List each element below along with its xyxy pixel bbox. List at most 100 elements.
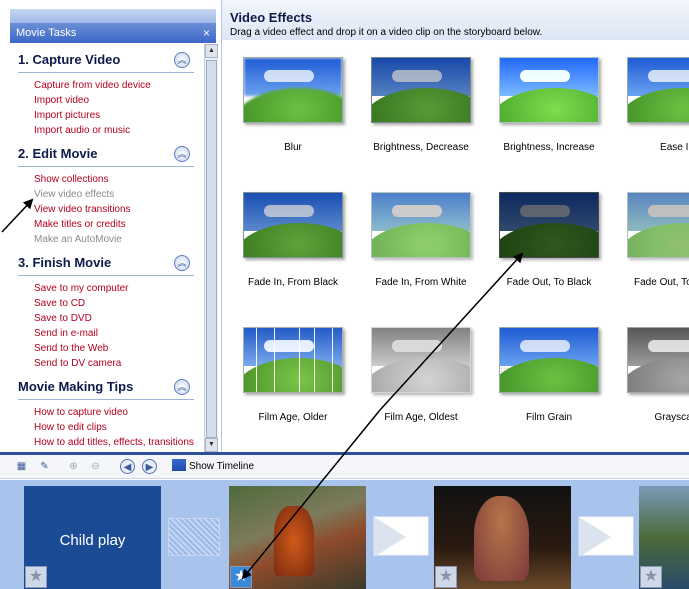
video-effect-item[interactable]: Film Grain <box>484 314 614 434</box>
collapse-chevron-icon[interactable]: ︽ <box>174 379 190 395</box>
task-link[interactable]: Capture from video device <box>34 78 204 93</box>
effect-star-icon: ★ <box>25 566 47 588</box>
task-link[interactable]: Import video <box>34 93 204 108</box>
task-section-header[interactable]: 1. Capture Video ︽ <box>18 49 194 73</box>
show-timeline-label: Show Timeline <box>189 461 255 472</box>
tasks-pane-header: Movie Tasks × <box>10 23 216 43</box>
transition-arrow-icon <box>579 517 611 557</box>
effect-label: Fade Out, To White <box>634 277 689 288</box>
video-effect-item[interactable]: Film Age, Oldest <box>356 314 486 434</box>
effect-label: Film Grain <box>525 412 573 423</box>
video-effect-item[interactable]: Brightness, Decrease <box>356 44 486 164</box>
play-icon[interactable]: ▶ <box>142 459 157 474</box>
effect-label: Ease In <box>660 142 689 153</box>
task-section-title: 2. Edit Movie <box>18 146 98 161</box>
effect-thumbnail <box>499 327 599 393</box>
page-description: Drag a video effect and drop it on a vid… <box>230 27 543 38</box>
video-effects-grid: Blur Brightness, Decrease Brightness, Incr… <box>228 44 689 454</box>
task-links: How to capture video How to edit clips How… <box>34 405 204 450</box>
effect-thumbnail <box>499 192 599 258</box>
task-links: Show collections View video effects View v… <box>34 172 204 247</box>
effect-star-icon: ★ <box>640 566 662 588</box>
task-section-title: 1. Capture Video <box>18 52 121 67</box>
video-effect-item[interactable]: Fade Out, To Black <box>484 179 614 299</box>
video-effect-item[interactable]: Grayscale <box>612 314 689 434</box>
tasks-pane-top-bar <box>10 9 216 23</box>
task-link[interactable]: Send to DV camera <box>34 356 204 371</box>
task-link[interactable]: Send in e-mail <box>34 326 204 341</box>
transition-arrow-icon <box>374 517 406 557</box>
scrollbar-thumb[interactable] <box>206 60 217 438</box>
movie-tasks-pane: Movie Tasks × 1. Capture Video ︽ Capture f… <box>0 0 222 452</box>
transition-slot[interactable] <box>578 516 634 557</box>
task-links: Capture from video device Import video Imp… <box>34 78 204 138</box>
collapse-chevron-icon[interactable]: ︽ <box>174 146 190 162</box>
task-link[interactable]: Show collections <box>34 172 204 187</box>
show-timeline-button[interactable]: Show Timeline <box>172 459 254 474</box>
effect-label: Fade In, From Black <box>247 277 339 288</box>
collapse-chevron-icon[interactable]: ︽ <box>174 255 190 271</box>
effect-star-icon: ★ <box>230 566 252 588</box>
effect-label: Fade Out, To Black <box>506 277 592 288</box>
task-link[interactable]: Save to CD <box>34 296 204 311</box>
effect-label: Film Age, Oldest <box>384 412 458 423</box>
task-links: Save to my computer Save to CD Save to DVD… <box>34 281 204 371</box>
effect-label: Brightness, Increase <box>503 142 595 153</box>
effect-thumbnail <box>243 192 343 258</box>
task-link[interactable]: Import audio or music <box>34 123 204 138</box>
rewind-icon[interactable]: ◀ <box>120 459 135 474</box>
task-link[interactable]: How to edit clips <box>34 420 204 435</box>
effect-thumbnail <box>243 57 343 123</box>
task-link[interactable]: Save to my computer <box>34 281 204 296</box>
effect-thumbnail <box>627 327 689 393</box>
effect-thumbnail <box>627 192 689 258</box>
task-link[interactable]: View video effects <box>34 187 204 202</box>
effect-thumbnail <box>371 57 471 123</box>
content-header: Video Effects Drag a video effect and dr… <box>222 0 689 40</box>
task-link[interactable]: Send to the Web <box>34 341 204 356</box>
zoom-in-icon[interactable]: ⊕ <box>66 459 81 474</box>
effect-thumbnail <box>243 327 343 393</box>
transition-slot[interactable] <box>373 516 429 557</box>
storyboard-icon[interactable]: ▦ <box>14 459 29 474</box>
video-effect-item[interactable]: Ease In <box>612 44 689 164</box>
storyboard-clip[interactable]: ★ <box>434 486 571 589</box>
transition-slot[interactable] <box>168 518 220 556</box>
storyboard-clip[interactable]: ★ <box>639 486 689 589</box>
task-link[interactable]: View video transitions <box>34 202 204 217</box>
video-effect-item[interactable]: Fade Out, To White <box>612 179 689 299</box>
effect-thumbnail <box>627 57 689 123</box>
scroll-down-icon[interactable]: ▼ <box>205 438 218 452</box>
video-effect-item[interactable]: Brightness, Increase <box>484 44 614 164</box>
timeline-icon <box>172 459 186 471</box>
tasks-pane-title: Movie Tasks <box>16 27 77 39</box>
task-section-title: 3. Finish Movie <box>18 255 112 270</box>
narrate-icon[interactable]: ✎ <box>37 459 52 474</box>
clip-title-text: Child play <box>59 532 126 549</box>
video-effect-item[interactable]: Blur <box>228 44 358 164</box>
tasks-scrollbar[interactable]: ▲ ▼ <box>204 44 218 452</box>
task-link[interactable]: How to capture video <box>34 405 204 420</box>
effect-label: Film Age, Older <box>258 412 328 423</box>
effect-label: Brightness, Decrease <box>373 142 469 153</box>
video-effect-item[interactable]: Fade In, From Black <box>228 179 358 299</box>
task-link[interactable]: Save to DVD <box>34 311 204 326</box>
zoom-out-icon[interactable]: ⊖ <box>88 459 103 474</box>
close-icon[interactable]: × <box>203 23 210 43</box>
task-link[interactable]: Make titles or credits <box>34 217 204 232</box>
storyboard-clip[interactable]: ★ <box>229 486 366 589</box>
video-effect-item[interactable]: Film Age, Older <box>228 314 358 434</box>
task-link[interactable]: Make an AutoMovie <box>34 232 204 247</box>
scroll-up-icon[interactable]: ▲ <box>205 44 218 58</box>
task-link[interactable]: Import pictures <box>34 108 204 123</box>
effect-label: Blur <box>284 142 302 153</box>
effect-thumbnail <box>371 327 471 393</box>
task-section-header[interactable]: 2. Edit Movie ︽ <box>18 143 194 167</box>
task-link[interactable]: How to add titles, effects, transitions <box>34 435 204 450</box>
task-section-header[interactable]: Movie Making Tips ︽ <box>18 376 194 400</box>
collapse-chevron-icon[interactable]: ︽ <box>174 52 190 68</box>
task-list: 1. Capture Video ︽ Capture from video devi… <box>10 44 204 452</box>
task-section-header[interactable]: 3. Finish Movie ︽ <box>18 252 194 276</box>
storyboard-clip[interactable]: Child play ★ <box>24 486 161 589</box>
video-effect-item[interactable]: Fade In, From White <box>356 179 486 299</box>
